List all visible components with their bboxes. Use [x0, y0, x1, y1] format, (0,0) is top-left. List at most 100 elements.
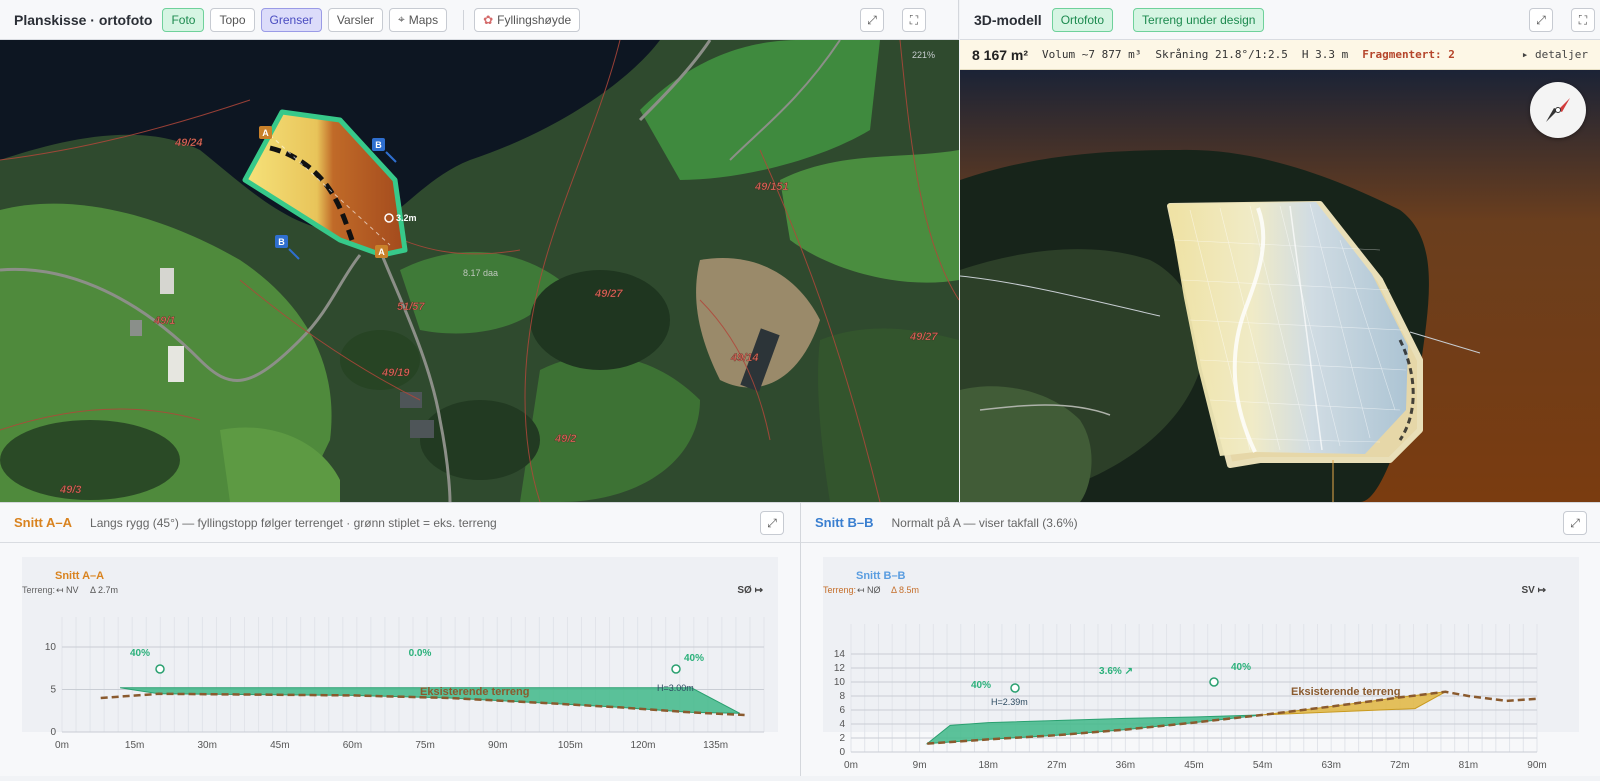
chart-inner-title: Snitt B–B	[856, 570, 906, 582]
plan-title: Planskisse · ortofoto	[14, 11, 153, 28]
section-a-svg: 0 5 10 0m 15m 30m 45m 60m 75m 90m 105m 120m 135m Sni…	[22, 557, 778, 751]
terrain-direction: ↤ NV	[56, 585, 79, 595]
x-tick-label: 45m	[270, 740, 289, 751]
x-tick-label: 36m	[1116, 760, 1135, 771]
section-a-chart: 0 5 10 0m 15m 30m 45m 60m 75m 90m 105m 120m 135m Sni…	[0, 543, 800, 776]
y-tick-label: 12	[834, 663, 846, 674]
existing-terrain-label: Eksisterende terreng	[420, 686, 529, 698]
x-tick-label: 75m	[415, 740, 434, 751]
toolbar-divider	[463, 9, 465, 30]
control-point[interactable]	[1209, 677, 1219, 687]
terrain-delta: Δ 8.5m	[891, 585, 919, 595]
x-tick-label: 18m	[978, 760, 997, 771]
x-tick-label: 45m	[1184, 760, 1203, 771]
x-tick-label: 54m	[1253, 760, 1272, 771]
control-point[interactable]	[155, 664, 165, 674]
fullscreen-icon[interactable]: ⛶	[902, 8, 926, 32]
svg-text:B: B	[278, 237, 285, 247]
expand-icon[interactable]: ⤢	[1563, 511, 1587, 535]
x-tick-label: 90m	[1527, 760, 1546, 771]
x-tick-label: 120m	[630, 740, 655, 751]
model-title: 3D-modell	[974, 11, 1042, 28]
section-b-subtitle: Normalt på A — viser takfall (3.6%)	[891, 515, 1078, 530]
x-tick-label: 90m	[488, 740, 507, 751]
chip-maps[interactable]: ⌖ Maps	[389, 7, 448, 32]
y-tick-label: 4	[839, 719, 845, 730]
chip-terrain-design[interactable]: Terreng under design	[1133, 7, 1265, 32]
chip-varsler[interactable]: Varsler	[327, 7, 383, 32]
x-tick-label: 30m	[198, 740, 217, 751]
x-tick-label: 63m	[1321, 760, 1340, 771]
parcel-label: 49/19	[381, 367, 410, 379]
terrain-label: Terreng:	[823, 585, 856, 595]
marker-a-top[interactable]: A	[259, 126, 272, 139]
section-b-panel: Snitt B–B Normalt på A — viser takfall (…	[801, 502, 1600, 776]
section-b-title: Snitt B–B	[815, 515, 874, 530]
chip-ortofoto[interactable]: Ortofoto	[1051, 7, 1114, 32]
y-tick-label: 5	[50, 685, 56, 696]
fullscreen-icon[interactable]: ⛶	[1571, 8, 1595, 32]
stat-area: 8 167 m²	[972, 46, 1029, 63]
section-a-panel: Snitt A–A Langs rygg (45°) — fyllingstop…	[0, 502, 801, 776]
chip-grenser[interactable]: Grenser	[260, 7, 322, 32]
x-tick-label: 9m	[913, 760, 927, 771]
terrain-label: Terreng:	[22, 585, 55, 595]
section-b-svg: 0 2 4 6 8 10 12 14 0m 9m 18m 27m 36m 45m 54m 63m 72m 81m 9…	[823, 557, 1579, 771]
section-b-header: Snitt B–B Normalt på A — viser takfall (…	[801, 503, 1600, 543]
parcel-label: 49/14	[730, 352, 759, 364]
section-a-subtitle: Langs rygg (45°) — fyllingstopp følger t…	[90, 515, 497, 530]
stat-fragmented: Fragmentert: 2	[1362, 48, 1455, 61]
slope-label: 40%	[971, 680, 991, 691]
details-toggle[interactable]: ▸ detaljer	[1522, 48, 1588, 61]
model-stats: 8 167 m² Volum ~7 877 m³ Skråning 21.8°/…	[960, 40, 1600, 70]
x-tick-label: 81m	[1459, 760, 1478, 771]
zoom-label: 221%	[912, 50, 935, 60]
control-point[interactable]	[1010, 683, 1020, 693]
marker-a-bottom[interactable]: A	[375, 245, 388, 258]
parcel-label: 49/27	[909, 331, 938, 343]
control-point[interactable]	[671, 664, 681, 674]
model-viewport[interactable]	[960, 70, 1600, 502]
direction-right: SØ ↦	[737, 585, 763, 596]
terrain-delta: Δ 2.7m	[90, 585, 118, 595]
svg-text:3.2m: 3.2m	[396, 213, 417, 223]
chip-topo[interactable]: Topo	[210, 7, 255, 32]
y-tick-label: 8	[839, 691, 845, 702]
map-canvas: A A B B 3.2m 8.17 daa 221% 49/24 49/151 …	[0, 40, 959, 502]
stat-height: H 3.3 m	[1301, 48, 1349, 61]
chip-maps-label: Maps	[408, 12, 439, 27]
fill-height-button[interactable]: ✿ Fyllingshøyde	[474, 7, 581, 32]
section-a-title: Snitt A–A	[14, 515, 73, 530]
x-tick-label: 72m	[1390, 760, 1409, 771]
slope-label: 0.0%	[409, 648, 432, 659]
expand-icon[interactable]: ⤢	[760, 511, 784, 535]
x-tick-label: 0m	[55, 740, 69, 751]
direction-right: SV ↦	[1522, 585, 1547, 596]
terrain-direction: ↤ NØ	[857, 585, 881, 595]
svg-text:B: B	[375, 140, 382, 150]
y-tick-label: 0	[839, 747, 845, 758]
section-a-header: Snitt A–A Langs rygg (45°) — fyllingstop…	[0, 503, 800, 543]
parcel-label: 49/3	[59, 484, 81, 496]
slope-label: 40%	[1231, 662, 1251, 673]
svg-text:A: A	[262, 128, 269, 138]
area-label: 8.17 daa	[463, 268, 498, 278]
height-label: H=2.39m	[991, 697, 1028, 707]
palette-icon: ✿	[483, 12, 494, 27]
orthophoto-map[interactable]: A A B B 3.2m 8.17 daa 221% 49/24 49/151 …	[0, 40, 959, 502]
x-tick-label: 0m	[844, 760, 858, 771]
y-tick-label: 0	[50, 727, 56, 738]
section-b-chart: 0 2 4 6 8 10 12 14 0m 9m 18m 27m 36m 45m 54m 63m 72m 81m 9…	[801, 543, 1600, 776]
compass-icon[interactable]	[1530, 82, 1586, 138]
x-tick-label: 135m	[703, 740, 728, 751]
expand-icon[interactable]: ⤢	[860, 8, 884, 32]
parcel-label: 49/2	[554, 433, 576, 445]
chip-foto[interactable]: Foto	[162, 7, 205, 32]
plan-panel: Planskisse · ortofoto Foto Topo Grenser …	[0, 0, 959, 502]
height-label: H=3.00m	[657, 683, 694, 693]
parcel-label: 49/1	[153, 315, 175, 327]
y-tick-label: 10	[834, 677, 846, 688]
parcel-label: 49/151	[754, 181, 789, 193]
expand-icon[interactable]: ⤢	[1529, 8, 1553, 32]
x-tick-label: 60m	[343, 740, 362, 751]
